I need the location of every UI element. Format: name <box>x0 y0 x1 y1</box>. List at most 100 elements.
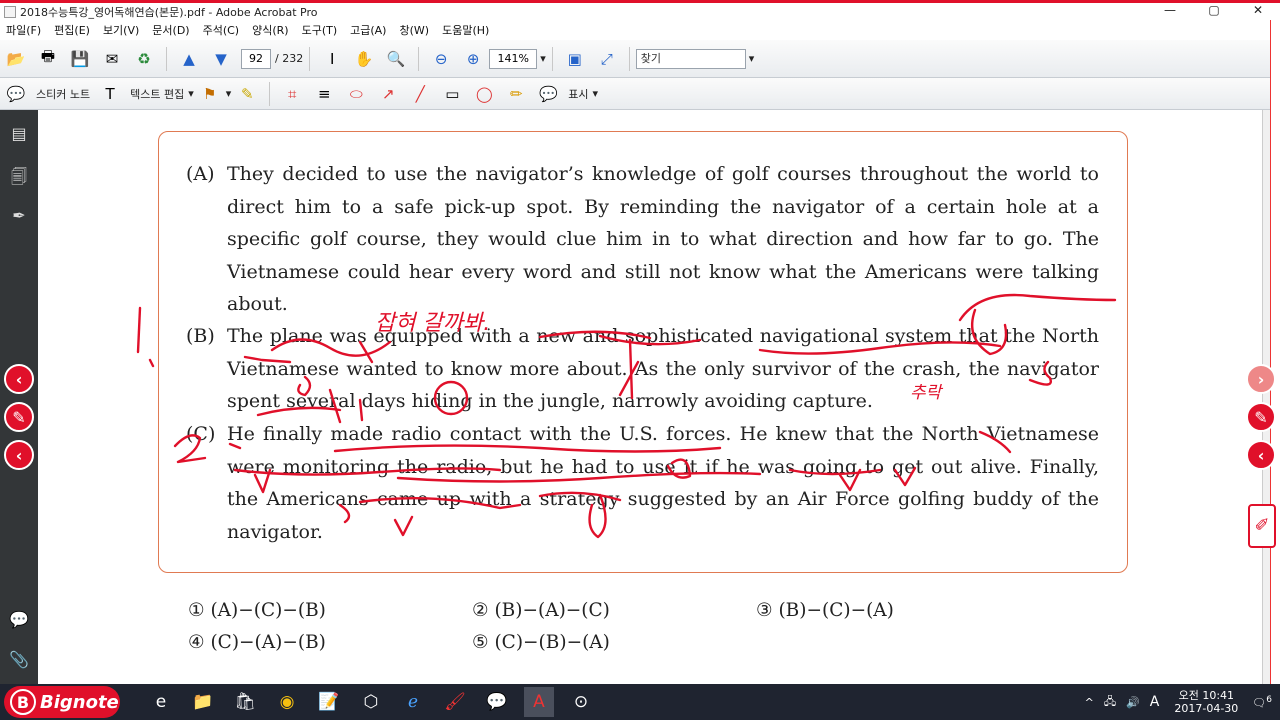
zoom-out-icon[interactable]: ⊖ <box>429 47 453 71</box>
attachments-icon[interactable]: 📎 <box>8 650 30 672</box>
select-text-icon[interactable]: I <box>320 47 344 71</box>
show-comments-icon[interactable]: 💬 <box>536 82 560 106</box>
file-explorer-icon[interactable]: 📁 <box>188 687 218 717</box>
pages-icon[interactable]: ▤ <box>8 124 30 146</box>
page-count: / 232 <box>275 52 304 65</box>
store-icon[interactable]: 🛍 <box>230 687 260 717</box>
document-view[interactable]: (A) They decided to use the navigator’s … <box>38 110 1262 684</box>
hand-tool-icon[interactable]: ✋ <box>352 47 376 71</box>
close-button[interactable]: ✕ <box>1236 3 1280 20</box>
bignote-icon: B <box>10 689 36 715</box>
chevron-down-icon[interactable]: ▾ <box>749 52 755 65</box>
notification-count: 6 <box>1266 694 1272 705</box>
ime-indicator[interactable]: A <box>1150 694 1160 710</box>
answer-option-1: ① (A)−(C)−(B) <box>188 600 326 621</box>
cube-app-icon[interactable]: ⬡ <box>356 687 386 717</box>
arrow-icon[interactable]: ↗ <box>376 82 400 106</box>
menu-help[interactable]: 도움말(H) <box>442 22 489 38</box>
menu-advanced[interactable]: 고급(A) <box>350 22 386 38</box>
sticky-note-icon[interactable]: 💬 <box>4 82 28 106</box>
volume-icon[interactable]: 🔊 <box>1126 696 1140 709</box>
kakaotalk-icon[interactable]: 💬 <box>482 687 512 717</box>
menu-view[interactable]: 보기(V) <box>103 22 139 38</box>
eraser-icon[interactable]: ✐ <box>1248 504 1276 548</box>
text-edit-button[interactable]: 텍스트 편집 <box>130 86 184 102</box>
chevron-down-icon[interactable]: ▾ <box>188 87 194 100</box>
bookmarks-icon[interactable]: 🗐 <box>8 166 30 188</box>
menu-edit[interactable]: 편집(E) <box>54 22 90 38</box>
rectangle-icon[interactable]: ▭ <box>440 82 464 106</box>
fit-page-icon[interactable]: ▣ <box>563 47 587 71</box>
highlight-icon[interactable]: ✎ <box>235 82 259 106</box>
paragraph-text: He finally made radio contact with the U… <box>227 423 1099 543</box>
callout-icon[interactable]: ⌗ <box>280 82 304 106</box>
clock-app-icon[interactable]: ⊙ <box>566 687 596 717</box>
menu-file[interactable]: 파일(F) <box>6 22 41 38</box>
vertical-scrollbar[interactable] <box>1262 110 1270 684</box>
chrome-icon[interactable]: ◉ <box>272 687 302 717</box>
pen-tool-icon[interactable]: ✎ <box>1246 402 1276 432</box>
zoom-level-field[interactable]: 141% <box>489 48 538 69</box>
internet-explorer-icon[interactable]: ℯ <box>398 687 428 717</box>
answer-option-4: ④ (C)−(A)−(B) <box>188 632 326 653</box>
paint-brush-icon[interactable]: 🖌 <box>440 687 470 717</box>
maximize-button[interactable]: ▢ <box>1192 3 1236 20</box>
page-number-input[interactable]: 92 <box>241 48 271 69</box>
menu-comments[interactable]: 주석(C) <box>203 22 240 38</box>
answer-option-2: ② (B)−(A)−(C) <box>472 600 610 621</box>
notepad-icon[interactable]: 📝 <box>314 687 344 717</box>
windows-taskbar: e 📁 🛍 ◉ 📝 ⬡ ℯ 🖌 💬 A ⊙ ^ 🖧 🔊 A 오전 10:41 2… <box>0 684 1280 720</box>
oval-icon[interactable]: ◯ <box>472 82 496 106</box>
show-button[interactable]: 표시 <box>568 86 588 102</box>
collaborate-icon[interactable]: ♻ <box>132 47 156 71</box>
line-icon[interactable]: ╱ <box>408 82 432 106</box>
network-icon[interactable]: 🖧 <box>1104 693 1116 712</box>
signatures-icon[interactable]: ✒ <box>8 206 30 228</box>
minimize-button[interactable]: — <box>1148 3 1192 20</box>
open-folder-icon[interactable]: 📂 <box>4 47 28 71</box>
bignote-logo[interactable]: B Bignote <box>4 686 120 718</box>
sticky-note-button[interactable]: 스티커 노트 <box>36 86 90 102</box>
chevron-right-icon[interactable]: › <box>1246 364 1276 394</box>
notification-icon[interactable]: 🗨6 <box>1252 695 1272 710</box>
edge-icon[interactable]: e <box>146 687 176 717</box>
paragraph-tag: (A) <box>186 163 215 185</box>
textbox-icon[interactable]: ≡ <box>312 82 336 106</box>
menu-document[interactable]: 문서(D) <box>152 22 189 38</box>
print-icon[interactable]: 🖶 <box>36 47 60 71</box>
menu-window[interactable]: 창(W) <box>399 22 429 38</box>
comments-icon[interactable]: 💬 <box>8 610 30 632</box>
next-page-icon[interactable]: ▼ <box>209 47 233 71</box>
cloud-icon[interactable]: ⬭ <box>344 82 368 106</box>
save-icon[interactable]: 💾 <box>68 47 92 71</box>
toolbar-divider <box>166 46 167 71</box>
system-clock[interactable]: 오전 10:41 2017-04-30 <box>1174 689 1238 715</box>
navigation-pane: ▤ 🗐 ✒ 💬 📎 <box>0 110 38 684</box>
chevron-left-icon[interactable]: ‹ <box>4 364 34 394</box>
pencil-icon[interactable]: ✏ <box>504 82 528 106</box>
zoom-tool-icon[interactable]: 🔍 <box>384 47 408 71</box>
window-title: 2018수능특강_영어독해연습(본문).pdf - Adobe Acrobat … <box>20 5 318 19</box>
answer-option-3: ③ (B)−(C)−(A) <box>756 600 894 621</box>
chevron-down-icon[interactable]: ▾ <box>226 87 232 100</box>
pen-tool-icon[interactable]: ✎ <box>4 402 34 432</box>
paragraph-text: The plane was equipped with a new and so… <box>227 325 1099 412</box>
email-icon[interactable]: ✉ <box>100 47 124 71</box>
collapse-icon[interactable]: ‹ <box>4 440 34 470</box>
chevron-down-icon[interactable]: ▾ <box>540 52 546 65</box>
menu-tools[interactable]: 도구(T) <box>302 22 338 38</box>
chevron-down-icon[interactable]: ▾ <box>593 87 599 100</box>
clock-date: 2017-04-30 <box>1174 702 1239 715</box>
acrobat-taskbar-icon[interactable]: A <box>524 687 554 717</box>
find-input[interactable]: 찾기 <box>635 48 746 69</box>
text-edit-icon[interactable]: T <box>98 82 122 106</box>
tray-expand-icon[interactable]: ^ <box>1085 696 1094 709</box>
collapse-icon[interactable]: ‹ <box>1246 440 1276 470</box>
side-panel-edge <box>1270 20 1280 684</box>
zoom-in-icon[interactable]: ⊕ <box>461 47 485 71</box>
paragraph-tag: (B) <box>186 325 215 347</box>
stamp-icon[interactable]: ⚑ <box>198 82 222 106</box>
menu-forms[interactable]: 양식(R) <box>252 22 288 38</box>
previous-page-icon[interactable]: ▲ <box>177 47 201 71</box>
full-screen-icon[interactable]: ⤢ <box>595 47 619 71</box>
